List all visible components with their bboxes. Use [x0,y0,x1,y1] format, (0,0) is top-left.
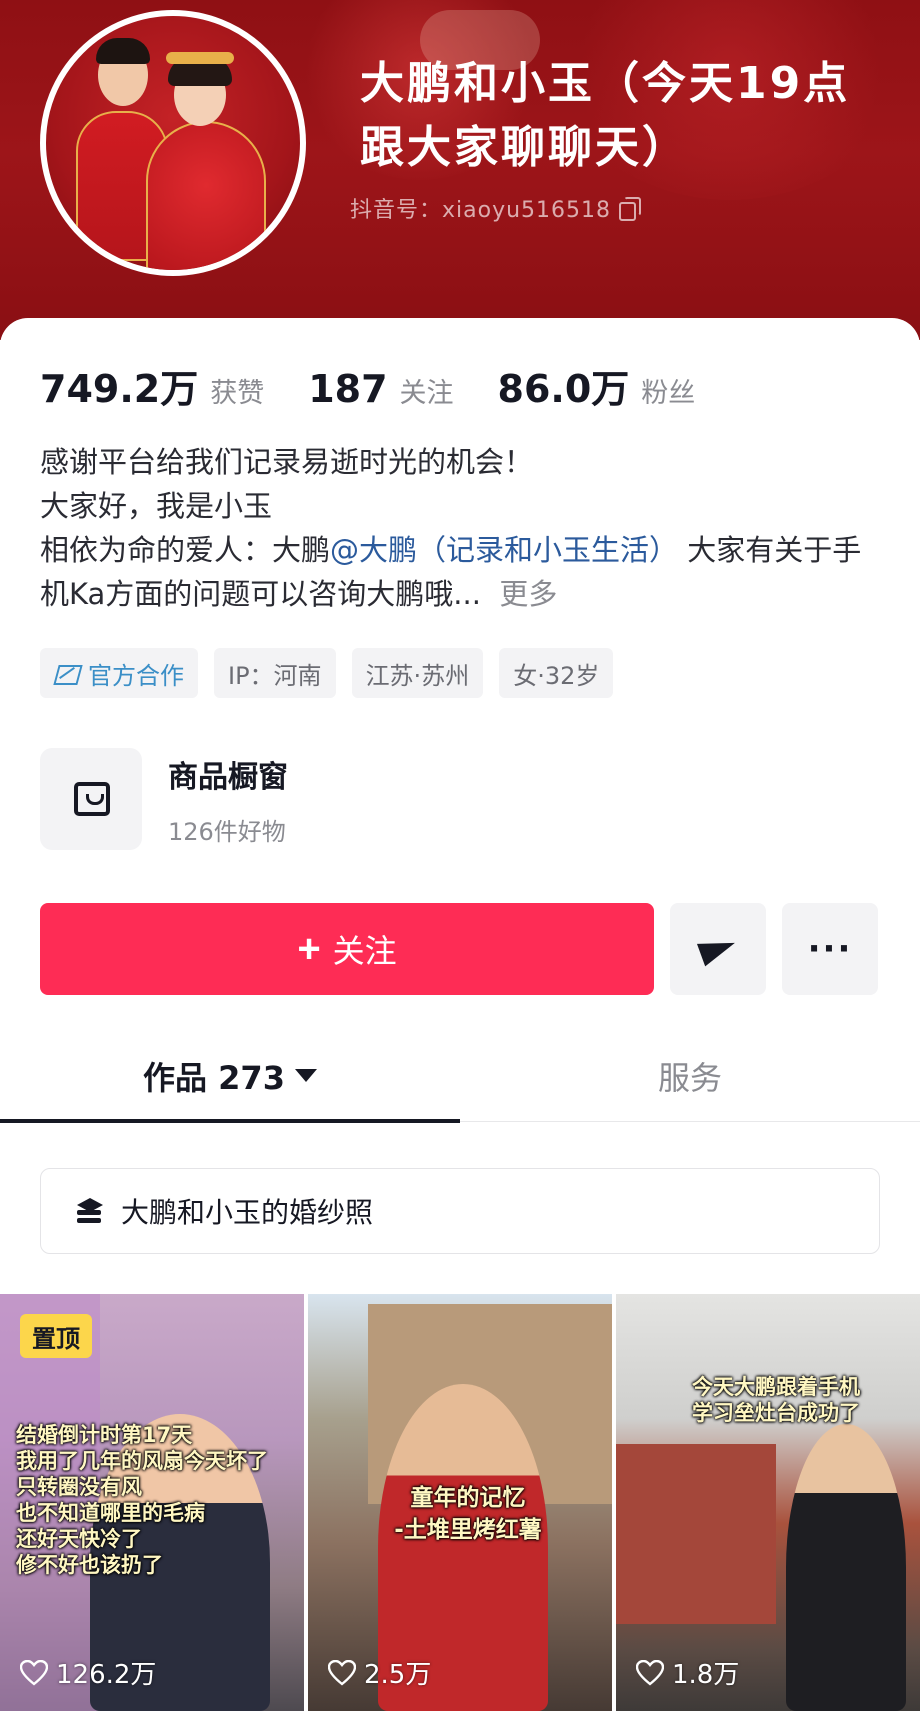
avatar-groom-hair [96,38,150,64]
stat-followers[interactable]: 86.0万 粉丝 [498,358,696,413]
video-thumbnail[interactable]: 童年的记忆 -土堆里烤红薯 2.5万 [308,1294,612,1711]
message-button[interactable] [670,903,766,995]
tag-official-label: 官方合作 [88,661,184,690]
avatar[interactable] [40,10,306,276]
video-caption: 今天大鹏跟着手机 学习垒灶台成功了 [692,1375,860,1425]
tag-official-partner[interactable]: 官方合作 [40,648,198,698]
shop-window[interactable]: 商品橱窗 126件好物 [40,748,288,850]
douyin-id-text: 抖音号：xiaoyu516518 [350,198,612,223]
tag-ip: IP：河南 [214,648,336,698]
bio-line: 感谢平台给我们记录易逝时光的机会！ [40,445,534,479]
profile-banner: 大鹏和小玉（今天19点跟大家聊聊天） 抖音号：xiaoyu516518 [0,0,920,340]
stats-row: 749.2万 获赞 187 关注 86.0万 粉丝 [40,358,739,413]
tag-row: 官方合作 IP：河南 江苏·苏州 女·32岁 [40,648,614,698]
shopping-bag-icon [74,782,110,816]
video-likes: 2.5万 [327,1654,432,1691]
caret-down-icon [294,1069,317,1082]
stat-likes[interactable]: 749.2万 获赞 [40,358,264,413]
send-message-icon [698,931,738,967]
follow-button-label: 关注 [332,933,397,969]
tab-services[interactable]: 服务 [460,1030,920,1121]
bio-line: 相依为命的爱人：大鹏@大鹏（记录和小玉生活） 大家有关于手机Ka方面的问题可以咨… [40,528,880,616]
stat-following[interactable]: 187 关注 [308,367,453,411]
mention-link[interactable]: @大鹏（记录和小玉生活） [330,533,678,567]
profile-card: 749.2万 获赞 187 关注 86.0万 粉丝 感谢平台给我们记录易逝时光的… [0,318,920,1711]
heart-icon [635,1659,665,1686]
collection-label: 大鹏和小玉的婚纱照 [121,1196,374,1229]
stat-followers-label: 粉丝 [641,378,696,409]
douyin-id[interactable]: 抖音号：xiaoyu516518 [350,192,642,224]
content-tabs: 作品 273 服务 [0,1030,920,1123]
video-likes-count: 1.8万 [672,1660,740,1690]
tab-works-label: 作品 273 [143,1058,285,1097]
video-likes-count: 126.2万 [56,1660,157,1690]
avatar-bride [146,121,266,270]
plus-icon: + [297,927,321,971]
video-likes: 126.2万 [19,1654,157,1691]
stat-likes-value: 749.2万 [40,367,199,411]
shop-title: 商品橱窗 [168,759,288,795]
tab-services-label: 服务 [657,1058,722,1097]
thumbnail-person [786,1424,906,1711]
pinned-badge: 置顶 [20,1314,92,1358]
more-options-button[interactable]: ··· [782,903,878,995]
tag-location: 江苏·苏州 [351,648,484,698]
follow-button[interactable]: + 关注 [40,903,654,995]
stat-likes-label: 获赞 [210,378,265,409]
heart-icon [19,1659,49,1686]
bio-line: 大家好，我是小玉 [40,489,273,523]
video-thumbnail[interactable]: 今天大鹏跟着手机 学习垒灶台成功了 1.8万 [616,1294,920,1711]
official-partner-icon [54,662,80,684]
shop-subtitle: 126件好物 [168,817,286,846]
video-caption: 童年的记忆 -土堆里烤红薯 [394,1485,542,1543]
video-likes-count: 2.5万 [364,1660,432,1690]
heart-icon [327,1659,357,1686]
layers-icon [75,1196,105,1226]
stat-following-value: 187 [308,367,388,411]
shop-text: 商品橱窗 126件好物 [168,752,288,847]
shop-icon-box [40,748,142,850]
copy-icon[interactable] [617,197,642,221]
bio-text: 相依为命的爱人：大鹏 [40,533,331,567]
bio: 感谢平台给我们记录易逝时光的机会！ 大家好，我是小玉 相依为命的爱人：大鹏@大鹏… [40,440,880,616]
more-icon: ··· [807,929,853,969]
action-row: + 关注 ··· [40,903,878,995]
tag-gender-age: 女·32岁 [499,648,614,698]
bio-more-link[interactable]: 更多 [499,577,557,611]
video-likes: 1.8万 [635,1654,740,1691]
stat-following-label: 关注 [399,378,454,409]
video-thumbnail[interactable]: 置顶 结婚倒计时第17天 我用了几年的风扇今天坏了 只转圈没有风 也不知道哪里的… [0,1294,304,1711]
display-name: 大鹏和小玉（今天19点跟大家聊聊天） [360,58,851,173]
avatar-bride-crown [166,52,234,64]
tab-works[interactable]: 作品 273 [0,1030,460,1123]
video-caption: 结婚倒计时第17天 我用了几年的风扇今天坏了 只转圈没有风 也不知道哪里的毛病 … [16,1423,268,1577]
thumbnail-background [616,1444,776,1624]
video-grid: 置顶 结婚倒计时第17天 我用了几年的风扇今天坏了 只转圈没有风 也不知道哪里的… [0,1294,920,1711]
stat-followers-value: 86.0万 [497,367,630,411]
collection-entry[interactable]: 大鹏和小玉的婚纱照 [40,1168,880,1254]
